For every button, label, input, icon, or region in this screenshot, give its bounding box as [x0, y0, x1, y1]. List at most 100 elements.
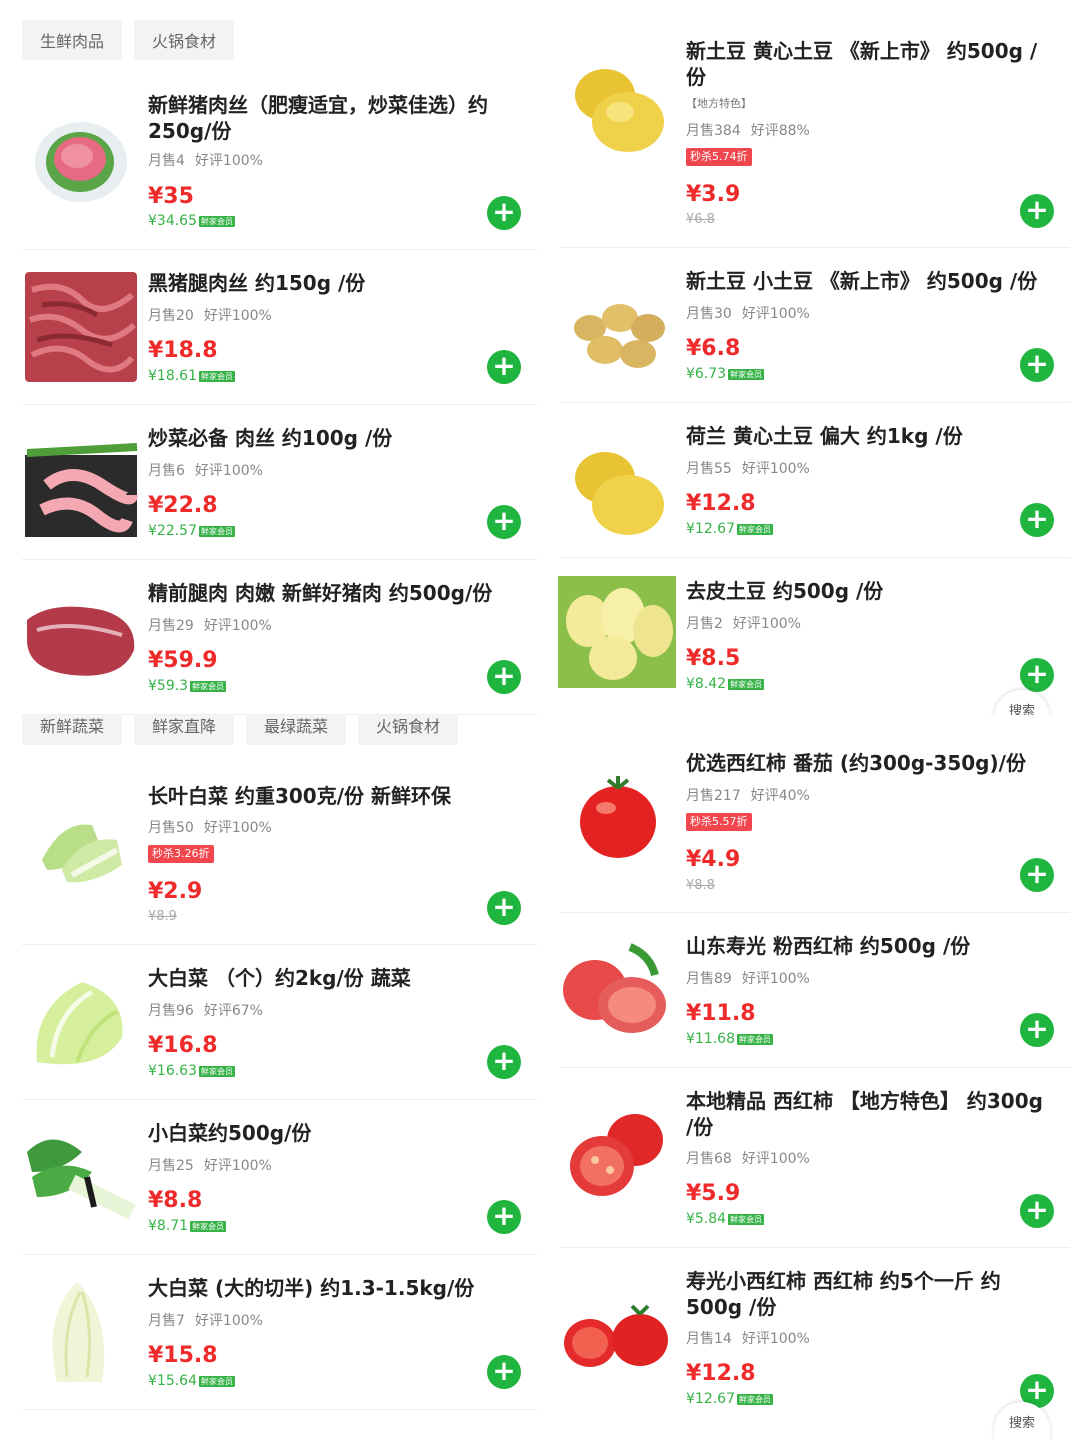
cabbage-panel: 新鲜蔬菜 鲜家直降 最绿蔬菜 火锅食材 长叶白菜 约重300克/份 新鲜环保 月…: [0, 715, 540, 1440]
add-to-cart-button[interactable]: +: [1020, 858, 1054, 892]
add-to-cart-button[interactable]: +: [487, 660, 521, 694]
sales-count: 月售2: [686, 616, 723, 632]
product-card[interactable]: 山东寿光 粉西红柿 约500g /份 月售89 好评100% ¥11.8 ¥11.…: [560, 913, 1070, 1068]
potato-image: [575, 69, 664, 152]
product-card[interactable]: 大白菜 （个）约2kg/份 蔬菜 月售96 好评67% ¥16.8 ¥16.63 鲜…: [22, 945, 537, 1100]
sales-count: 月售6: [148, 463, 185, 479]
tab-fresh-veg[interactable]: 新鲜蔬菜: [22, 715, 123, 745]
tab-hotpot[interactable]: 火锅食材: [134, 20, 235, 60]
product-title[interactable]: 新土豆 黄心土豆 《新上市》 约500g /份: [686, 38, 1050, 90]
product-card[interactable]: 新鲜猪肉丝（肥瘦适宜，炒菜佳选）约250g/份 月售4 好评100% ¥35 ¥3…: [22, 80, 537, 250]
product-meta: 月售7 好评100%: [148, 1310, 263, 1330]
price: ¥5.9: [686, 1181, 741, 1206]
member-badge: 鲜家会员: [190, 680, 227, 692]
product-title[interactable]: 寿光小西红柿 西红柿 约5个一斤 约500g /份: [686, 1268, 1050, 1320]
product-title[interactable]: 大白菜 （个）约2kg/份 蔬菜: [148, 965, 517, 991]
product-card[interactable]: 本地精品 西红柿 【地方特色】 约300g /份 月售68 好评100% ¥5.9…: [560, 1068, 1070, 1248]
price: ¥8.5: [686, 646, 741, 671]
add-to-cart-button[interactable]: +: [1020, 194, 1054, 228]
add-to-cart-button[interactable]: +: [487, 350, 521, 384]
sales-count: 月售29: [148, 618, 194, 634]
dutch-potato-image: [575, 452, 664, 535]
member-badge: 鲜家会员: [728, 678, 765, 690]
member-price-value: ¥22.57: [148, 523, 197, 539]
add-to-cart-button[interactable]: +: [1020, 348, 1054, 382]
product-title[interactable]: 长叶白菜 约重300克/份 新鲜环保: [148, 783, 517, 809]
rating: 好评100%: [732, 616, 801, 632]
add-to-cart-button[interactable]: +: [487, 505, 521, 539]
member-price: ¥11.68 鲜家会员: [686, 1031, 773, 1047]
rating: 好评88%: [750, 123, 810, 139]
member-badge: 鲜家会员: [737, 1033, 773, 1045]
price: ¥2.9: [148, 879, 203, 904]
member-price: ¥12.67 鲜家会员: [686, 521, 773, 537]
add-to-cart-button[interactable]: +: [487, 891, 521, 925]
price: ¥3.9: [686, 182, 741, 207]
rating: 好评100%: [194, 1313, 263, 1329]
member-price: ¥16.63 鲜家会员: [148, 1063, 235, 1079]
product-card[interactable]: 优选西红柿 番茄 (约300g-350g)/份 月售217 好评40% 秒杀5.5…: [560, 730, 1070, 913]
long-leaf-cabbage-image: [42, 824, 122, 883]
member-price-value: ¥8.71: [148, 1218, 189, 1234]
bok-choy-image: [27, 1139, 136, 1220]
product-card[interactable]: 新土豆 小土豆 《新上市》 约500g /份 月售30 好评100% ¥6.8 ¥…: [560, 248, 1070, 403]
product-title[interactable]: 黑猪腿肉丝 约150g /份: [148, 270, 517, 296]
product-meta: 月售14 好评100%: [686, 1328, 810, 1348]
tab-hotpot[interactable]: 火锅食材: [358, 715, 459, 745]
product-title[interactable]: 新鲜猪肉丝（肥瘦适宜，炒菜佳选）约250g/份: [148, 92, 517, 144]
add-to-cart-button[interactable]: +: [1020, 1194, 1054, 1228]
product-title[interactable]: 新土豆 小土豆 《新上市》 约500g /份: [686, 268, 1050, 294]
sales-count: 月售30: [686, 306, 732, 322]
product-title[interactable]: 优选西红柿 番茄 (约300g-350g)/份: [686, 750, 1050, 776]
product-card[interactable]: 长叶白菜 约重300克/份 新鲜环保 月售50 好评100% 秒杀3.26折 ¥2…: [22, 745, 537, 945]
product-card[interactable]: 小白菜约500g/份 月售25 好评100% ¥8.8 ¥8.71 鲜家会员 +: [22, 1100, 537, 1255]
product-card[interactable]: 寿光小西红柿 西红柿 约5个一斤 约500g /份 月售14 好评100% ¥12…: [560, 1248, 1070, 1440]
rating: 好评100%: [203, 820, 272, 836]
product-title[interactable]: 炒菜必备 肉丝 约100g /份: [148, 425, 517, 451]
rating: 好评100%: [741, 1151, 810, 1167]
add-to-cart-button[interactable]: +: [1020, 658, 1054, 692]
product-card[interactable]: 大白菜 (大的切半) 约1.3-1.5kg/份 月售7 好评100% ¥15.8 …: [22, 1255, 537, 1410]
product-meta: 月售20 好评100%: [148, 305, 272, 325]
add-to-cart-button[interactable]: +: [487, 1200, 521, 1234]
product-card[interactable]: 新土豆 黄心土豆 《新上市》 约500g /份 【地方特色】 月售384 好评88…: [560, 0, 1070, 248]
member-badge: 鲜家会员: [728, 1213, 765, 1225]
product-title[interactable]: 荷兰 黄心土豆 偏大 约1kg /份: [686, 423, 1050, 449]
product-title[interactable]: 去皮土豆 约500g /份: [686, 578, 1050, 604]
pork-shreds-image: [35, 122, 127, 202]
product-title[interactable]: 本地精品 西红柿 【地方特色】 约300g /份: [686, 1088, 1050, 1140]
meat-panel: 生鲜肉品 火锅食材 新鲜猪肉丝（肥瘦适宜，炒菜佳选）约250g/份 月售4 好评1…: [0, 0, 540, 715]
front-leg-pork-image: [27, 606, 135, 676]
product-title[interactable]: 山东寿光 粉西红柿 约500g /份: [686, 933, 1050, 959]
member-price-value: ¥6.73: [686, 366, 727, 382]
product-card[interactable]: 精前腿肉 肉嫩 新鲜好猪肉 约500g/份 月售29 好评100% ¥59.9 ¥…: [22, 560, 537, 715]
member-price: ¥5.84 鲜家会员: [686, 1211, 765, 1227]
product-title[interactable]: 小白菜约500g/份: [148, 1120, 517, 1146]
add-to-cart-button[interactable]: +: [1020, 1013, 1054, 1047]
tab-fresh-meat[interactable]: 生鲜肉品: [22, 20, 123, 60]
product-title[interactable]: 大白菜 (大的切半) 约1.3-1.5kg/份: [148, 1275, 517, 1301]
product-card[interactable]: 黑猪腿肉丝 约150g /份 月售20 好评100% ¥18.8 ¥18.61 鲜家…: [22, 250, 537, 405]
member-badge: 鲜家会员: [737, 523, 773, 535]
price: ¥12.8: [686, 491, 756, 516]
tab-green-veg[interactable]: 最绿蔬菜: [246, 715, 347, 745]
sales-count: 月售50: [148, 820, 194, 836]
price: ¥15.8: [148, 1343, 218, 1368]
product-card[interactable]: 荷兰 黄心土豆 偏大 约1kg /份 月售55 好评100% ¥12.8 ¥12.…: [560, 403, 1070, 558]
tab-price-drop[interactable]: 鲜家直降: [134, 715, 235, 745]
add-to-cart-button[interactable]: +: [1020, 503, 1054, 537]
add-to-cart-button[interactable]: +: [487, 1355, 521, 1389]
pork-strips-image: [25, 443, 138, 537]
product-meta: 月售30 好评100%: [686, 303, 810, 323]
add-to-cart-button[interactable]: +: [487, 1045, 521, 1079]
potato-panel: 新土豆 黄心土豆 《新上市》 约500g /份 【地方特色】 月售384 好评88…: [540, 0, 1080, 715]
flash-sale-badge: 秒杀5.74折: [686, 148, 752, 166]
product-card[interactable]: 去皮土豆 约500g /份 月售2 好评100% ¥8.5 ¥8.42 鲜家会员 +: [558, 558, 1070, 715]
product-card[interactable]: 炒菜必备 肉丝 约100g /份 月售6 好评100% ¥22.8 ¥22.57 鲜…: [22, 405, 537, 560]
add-to-cart-button[interactable]: +: [487, 196, 521, 230]
rating: 好评100%: [194, 153, 263, 169]
price: ¥4.9: [686, 847, 741, 872]
product-meta: 月售6 好评100%: [148, 460, 263, 480]
member-price-value: ¥11.68: [686, 1031, 735, 1047]
product-title[interactable]: 精前腿肉 肉嫩 新鲜好猪肉 约500g/份: [148, 580, 517, 606]
